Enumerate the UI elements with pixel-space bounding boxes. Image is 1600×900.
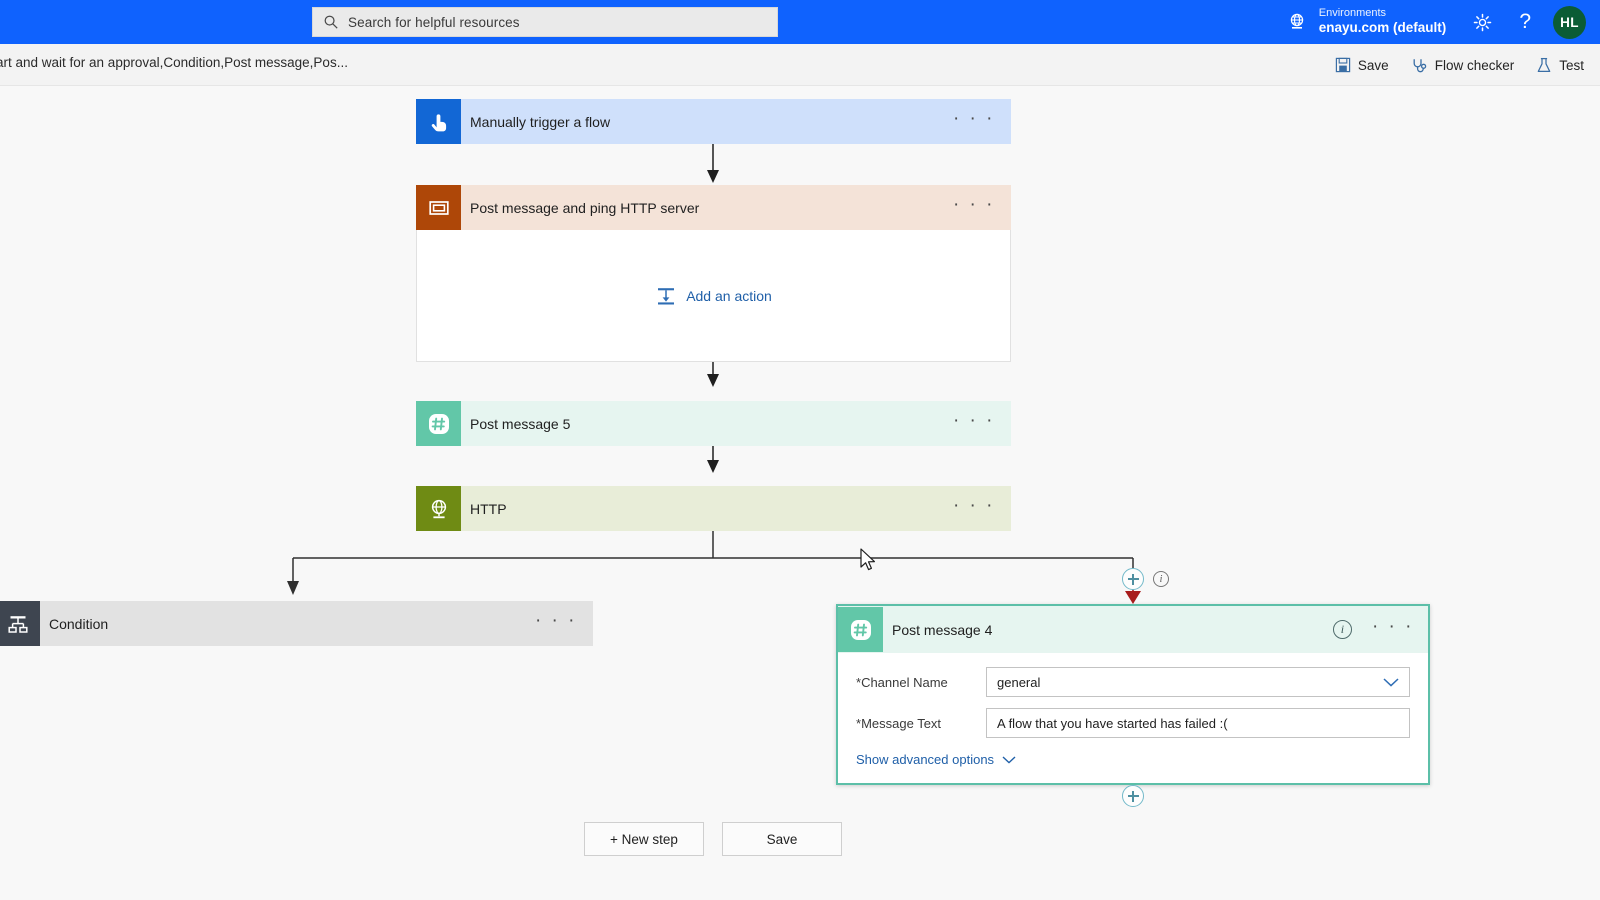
form-row-channel-name: *Channel Name general xyxy=(856,667,1410,697)
flow-checker-button[interactable]: Flow checker xyxy=(1411,57,1515,74)
flow-canvas[interactable]: Manually trigger a flow · · · Post messa… xyxy=(0,86,1600,900)
show-advanced-options-label: Show advanced options xyxy=(856,752,995,767)
node-menu-button[interactable]: · · · xyxy=(953,109,1011,128)
add-an-action-button[interactable]: Add an action xyxy=(655,285,772,307)
node-title: HTTP xyxy=(470,500,507,517)
save-button-label: Save xyxy=(1357,57,1389,73)
message-text-label: *Message Text xyxy=(856,716,986,731)
slack-icon xyxy=(838,607,883,652)
globe-icon[interactable] xyxy=(1287,12,1307,32)
node-info-icon[interactable]: i xyxy=(1332,620,1352,639)
footer-save-button[interactable]: Save xyxy=(722,822,842,856)
node-title: Condition xyxy=(49,615,109,632)
breadcrumb: art and wait for an approval,Condition,P… xyxy=(0,55,348,70)
environment-label: Environments xyxy=(1318,6,1387,19)
environment-name: enayu.com (default) xyxy=(1318,20,1447,36)
help-icon[interactable]: ? xyxy=(1519,10,1531,34)
add-an-action-label: Add an action xyxy=(686,287,772,304)
environment-selector[interactable]: Environments enayu.com (default) xyxy=(1319,7,1447,38)
node-condition[interactable]: Condition · · · xyxy=(0,601,593,646)
http-globe-icon xyxy=(416,486,461,531)
test-button-label: Test xyxy=(1559,57,1584,73)
form-row-message-text: *Message Text A flow that you have start… xyxy=(856,708,1410,738)
node-title: Post message and ping HTTP server xyxy=(470,199,700,216)
command-bar: art and wait for an approval,Condition,P… xyxy=(0,44,1600,86)
message-text-input[interactable]: A flow that you have started has failed … xyxy=(986,708,1410,738)
channel-name-value: general xyxy=(997,674,1041,690)
node-header[interactable]: Post message and ping HTTP server · · · xyxy=(416,185,1011,230)
channel-name-label: *Channel Name xyxy=(856,675,986,690)
node-post-message-4[interactable]: Post message 4 i · · · *Channel Name gen… xyxy=(836,604,1430,785)
flask-test-icon xyxy=(1537,57,1551,72)
node-post-message-and-ping-http-server[interactable]: Post message and ping HTTP server · · · … xyxy=(416,185,1011,362)
add-branch-step-button[interactable] xyxy=(1122,568,1144,590)
node-menu-button[interactable]: · · · xyxy=(953,496,1011,515)
show-advanced-options-button[interactable]: Show advanced options xyxy=(856,752,1410,767)
branch-info-icon[interactable]: i xyxy=(1153,571,1169,587)
channel-name-label-text: Channel Name xyxy=(861,674,948,690)
node-header[interactable]: Post message 5 · · · xyxy=(416,401,1011,446)
touch-trigger-icon xyxy=(416,99,461,144)
scope-icon xyxy=(416,185,461,230)
save-button[interactable]: Save xyxy=(1335,57,1389,73)
scope-body: Add an action xyxy=(416,230,1011,362)
search-placeholder-text: Search for helpful resources xyxy=(348,14,520,30)
canvas-footer-actions: + New step Save xyxy=(584,822,842,856)
condition-icon xyxy=(0,601,40,646)
stethoscope-icon xyxy=(1413,58,1426,72)
new-step-button[interactable]: + New step xyxy=(584,822,704,856)
slack-icon xyxy=(416,401,461,446)
node-post-message-5[interactable]: Post message 5 · · · xyxy=(416,401,1011,446)
node-title: Post message 4 xyxy=(892,621,993,638)
chevron-down-icon xyxy=(1383,678,1399,687)
node-header[interactable]: Post message 4 i · · · xyxy=(838,606,1428,653)
node-title: Manually trigger a flow xyxy=(470,113,611,130)
node-menu-button[interactable]: · · · xyxy=(535,611,593,630)
search-icon xyxy=(324,15,338,29)
node-header[interactable]: Condition · · · xyxy=(0,601,593,646)
node-menu-button[interactable]: · · · xyxy=(953,411,1011,430)
node-menu-button[interactable]: · · · xyxy=(953,195,1011,214)
channel-name-dropdown[interactable]: general xyxy=(986,667,1410,697)
node-form-body: *Channel Name general *Message Text A fl… xyxy=(838,653,1428,783)
chevron-down-icon xyxy=(1002,755,1016,764)
search-box[interactable]: Search for helpful resources xyxy=(312,7,778,37)
node-header[interactable]: Manually trigger a flow · · · xyxy=(416,99,1011,144)
node-menu-button[interactable]: · · · xyxy=(1372,617,1414,636)
node-http[interactable]: HTTP · · · xyxy=(416,486,1011,531)
flow-checker-label: Flow checker xyxy=(1434,57,1515,73)
add-step-below-button[interactable] xyxy=(1122,785,1144,807)
node-header[interactable]: HTTP · · · xyxy=(416,486,1011,531)
test-button[interactable]: Test xyxy=(1536,57,1584,74)
message-text-label-text: Message Text xyxy=(861,715,942,731)
save-icon xyxy=(1335,57,1351,73)
gear-icon[interactable] xyxy=(1472,12,1493,33)
node-header-icons: i · · · xyxy=(1332,617,1428,639)
avatar[interactable]: HL xyxy=(1553,5,1586,39)
top-navigation-bar: Search for helpful resources Environment… xyxy=(0,0,1600,44)
command-bar-actions: Save Flow checker Test xyxy=(1313,44,1584,86)
add-action-icon xyxy=(658,287,675,304)
message-text-value: A flow that you have started has failed … xyxy=(997,715,1228,731)
node-title: Post message 5 xyxy=(470,415,571,432)
node-manually-trigger-a-flow[interactable]: Manually trigger a flow · · · xyxy=(416,99,1011,144)
topbar-right-group: Environments enayu.com (default) ? HL xyxy=(1287,0,1600,44)
